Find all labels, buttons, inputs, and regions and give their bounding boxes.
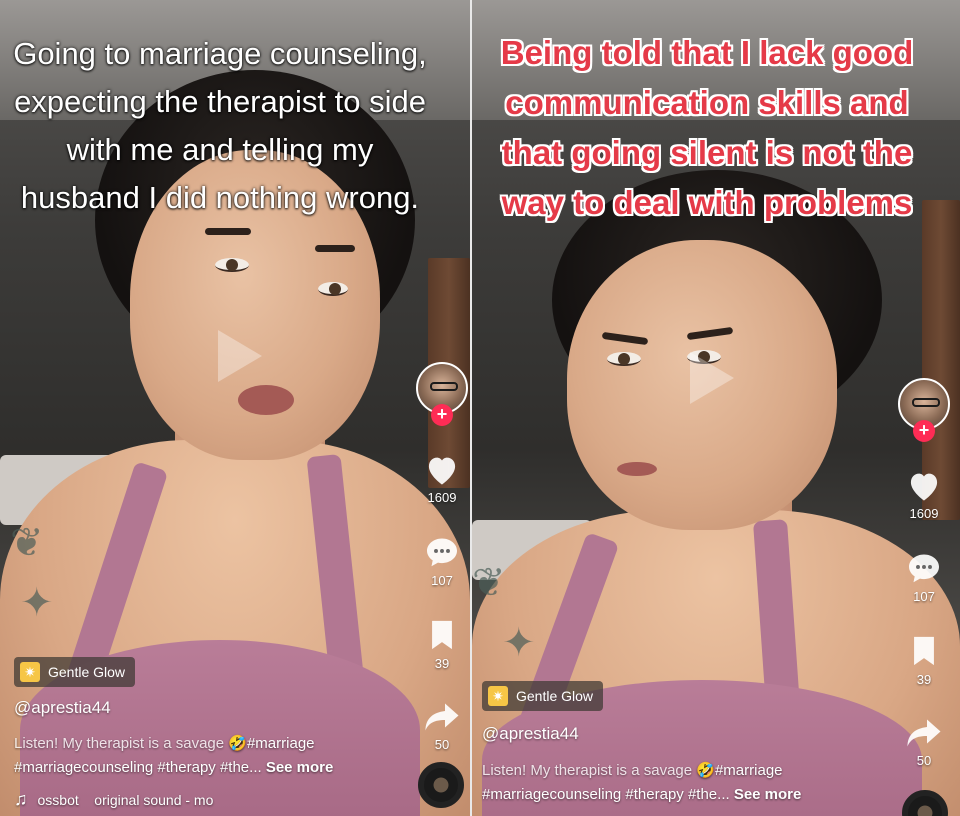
description-text: Listen! My therapist is a savage [14, 735, 225, 752]
bookmark-button[interactable]: 39 [427, 618, 457, 671]
bookmark-icon [427, 618, 457, 652]
see-more-link[interactable]: See more [734, 786, 802, 803]
action-rail: + 1609 107 39 50 [414, 362, 470, 752]
play-overlay-icon [218, 330, 262, 382]
username[interactable]: @aprestia44 [482, 724, 579, 744]
sparkle-icon: ✷ [20, 662, 40, 682]
heart-icon [906, 470, 942, 502]
music-disc[interactable] [418, 762, 464, 808]
comment-count: 107 [913, 589, 935, 604]
description-text: Listen! My therapist is a savage [482, 762, 693, 779]
effect-name: Gentle Glow [516, 688, 594, 704]
creator-avatar[interactable]: + [416, 362, 468, 426]
comment-count: 107 [431, 573, 453, 588]
share-icon [424, 701, 460, 733]
share-count: 50 [916, 753, 932, 768]
effect-tag[interactable]: ✷ Gentle Glow [14, 657, 136, 687]
username[interactable]: @aprestia44 [14, 698, 111, 718]
creator-avatar[interactable]: + [898, 378, 950, 442]
like-button[interactable]: 1609 [906, 470, 942, 521]
share-button[interactable]: 50 [424, 701, 460, 752]
comment-button[interactable]: 107 [424, 535, 460, 588]
comment-button[interactable]: 107 [906, 551, 942, 604]
bookmark-button[interactable]: 39 [909, 634, 939, 687]
video-panel-left[interactable]: ❦ ✦ Going to marriage counseling, expect… [0, 0, 470, 816]
hashtags[interactable]: #marriagecounseling #therapy #the... [14, 759, 262, 776]
follow-plus-icon[interactable]: + [913, 420, 935, 442]
follow-plus-icon[interactable]: + [431, 404, 453, 426]
sparkle-icon: ✷ [488, 686, 508, 706]
effect-name: Gentle Glow [48, 664, 126, 680]
bookmark-icon [909, 634, 939, 668]
video-caption: Being told that I lack good communicatio… [500, 34, 914, 221]
video-description: Listen! My therapist is a savage 🤣#marri… [482, 759, 892, 807]
video-description: Listen! My therapist is a savage 🤣#marri… [14, 732, 414, 780]
video-panel-right[interactable]: ❦ ✦ Being told that I lack good communic… [472, 0, 960, 816]
sound-info[interactable]: ♫ ossbot original sound - mo [14, 789, 213, 810]
like-count: 1609 [909, 506, 939, 521]
action-rail: + 1609 107 39 50 [896, 378, 952, 768]
music-note-icon: ♫ [14, 789, 28, 809]
comment-icon [906, 551, 942, 585]
hashtag-link[interactable]: #marriage [715, 762, 783, 779]
effect-tag[interactable]: ✷ Gentle Glow [482, 681, 604, 711]
like-button[interactable]: 1609 [424, 454, 460, 505]
share-count: 50 [434, 737, 450, 752]
emoji: 🤣 [228, 735, 247, 752]
bookmark-count: 39 [916, 672, 932, 687]
bookmark-count: 39 [434, 656, 450, 671]
heart-icon [424, 454, 460, 486]
hashtag-link[interactable]: #marriage [247, 735, 315, 752]
sound-text: ossbot original sound - mo [37, 791, 214, 808]
hashtags[interactable]: #marriagecounseling #therapy #the... [482, 786, 730, 803]
like-count: 1609 [427, 490, 457, 505]
share-button[interactable]: 50 [906, 717, 942, 768]
see-more-link[interactable]: See more [266, 759, 334, 776]
share-icon [906, 717, 942, 749]
emoji: 🤣 [696, 762, 715, 779]
play-overlay-icon [690, 352, 734, 404]
comment-icon [424, 535, 460, 569]
video-caption: Going to marriage counseling, expecting … [13, 36, 427, 215]
